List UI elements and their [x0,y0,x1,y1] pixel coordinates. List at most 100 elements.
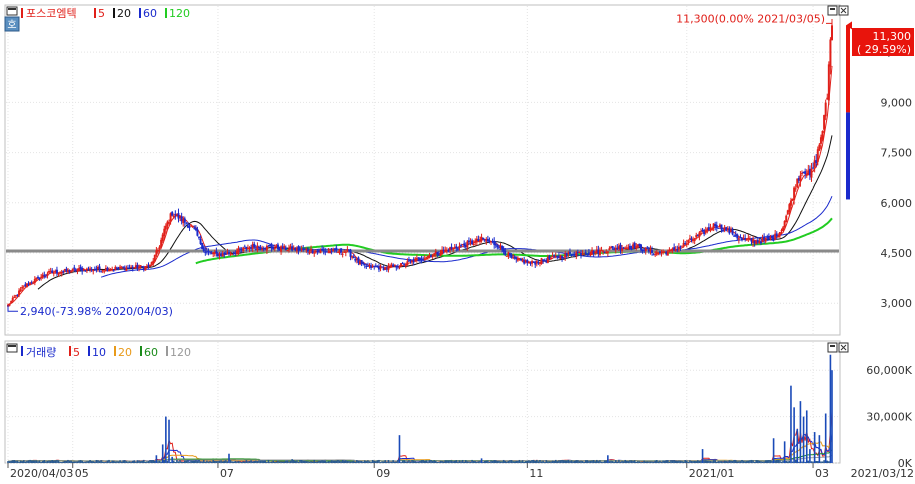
legend-ma-label: 60 [143,7,157,20]
volume-bar [785,461,788,463]
volume-bar [441,460,443,463]
volume-bar [679,460,682,463]
volume-bar [668,461,671,463]
volume-legend-ma-label: 60 [144,346,158,359]
volume-bar [704,460,707,463]
volume-bar [182,462,185,464]
volume-bar [359,460,361,463]
candle-body [321,248,324,251]
candle-body [789,200,792,206]
volume-bar [392,460,394,463]
volume-bar [667,460,669,463]
volume-bar [766,460,769,463]
legend-ma-swatch [165,8,167,18]
volume-legend-ma-label: 5 [73,346,80,359]
volume-bar [333,460,336,463]
volume-bar [322,460,325,463]
candle-body [709,227,712,229]
volume-bar [818,435,821,463]
volume-bar [101,461,104,463]
candle-body [57,273,60,275]
volume-panel-minimize-icon[interactable] [827,342,838,353]
volume-bar [558,460,560,463]
candle-body [639,244,642,250]
volume-bar [417,461,420,463]
volume-bar [460,461,462,463]
volume-bar [662,460,664,463]
candle-body [720,224,723,230]
volume-bar [111,460,113,463]
volume-bar [97,460,99,463]
candle-body [138,267,141,269]
candle-body [352,256,355,258]
candle-body [568,252,571,254]
volume-bar [494,460,497,463]
price-panel-minimize-icon[interactable] [827,5,838,16]
volume-bar [455,460,458,463]
volume-bar [166,460,169,463]
volume-legend-ma-label: 10 [92,346,106,359]
volume-bar [161,444,164,463]
candle-body [777,235,780,238]
volume-bar [422,460,424,463]
candle-body [799,175,802,182]
volume-bar [744,461,746,463]
volume-bar [674,460,677,463]
volume-bar [54,460,57,463]
volume-bar [315,461,317,463]
volume-bar [717,461,720,463]
volume-bar [406,461,409,463]
x-tick-label: 07 [220,467,234,480]
candle-body [543,260,546,262]
volume-bar [813,432,816,463]
volume-bar [212,460,215,463]
volume-bar [660,461,663,463]
volume-bar [119,460,121,463]
volume-bar [228,453,230,463]
volume-bar [337,460,339,463]
volume-bar [185,460,188,463]
volume-bar [240,462,243,464]
candle-body [550,257,553,259]
volume-bar [812,461,814,463]
volume-bar [360,460,363,463]
volume-bar [423,460,426,463]
volume-bar [237,460,240,463]
candle-body [196,229,199,236]
candle-body [699,231,702,233]
volume-panel-minimize-bar [830,345,835,347]
volume-bar [204,461,207,463]
volume-bar [611,461,614,463]
volume-bar [408,460,410,463]
volume-bar [187,460,189,463]
candle-body [486,239,489,242]
volume-bar [135,461,137,463]
volume-bar [416,461,418,463]
candle-body [829,39,832,67]
volume-bar [285,460,287,463]
volume-bar [24,461,27,463]
volume-bar [799,401,802,463]
candle-body [824,102,827,117]
volume-bar [79,460,82,463]
volume-bar [428,460,431,463]
candle-body [286,250,289,252]
legend-ma-label: 120 [169,7,190,20]
volume-bar [471,459,473,463]
volume-bar [191,460,194,463]
volume-bar [289,460,292,463]
volume-bar [638,461,641,463]
volume-bar [267,459,270,463]
volume-bar [365,461,368,463]
volume-bar [150,460,153,463]
volume-bar [646,461,649,463]
volume-bar [491,460,494,463]
candle-body [482,237,485,240]
candle-body [340,248,343,253]
volume-bar [403,460,406,463]
candle-body [606,251,609,254]
volume-bar [468,461,470,463]
candle-body [744,237,747,240]
volume-bar [165,416,167,463]
volume-bar [310,461,312,463]
